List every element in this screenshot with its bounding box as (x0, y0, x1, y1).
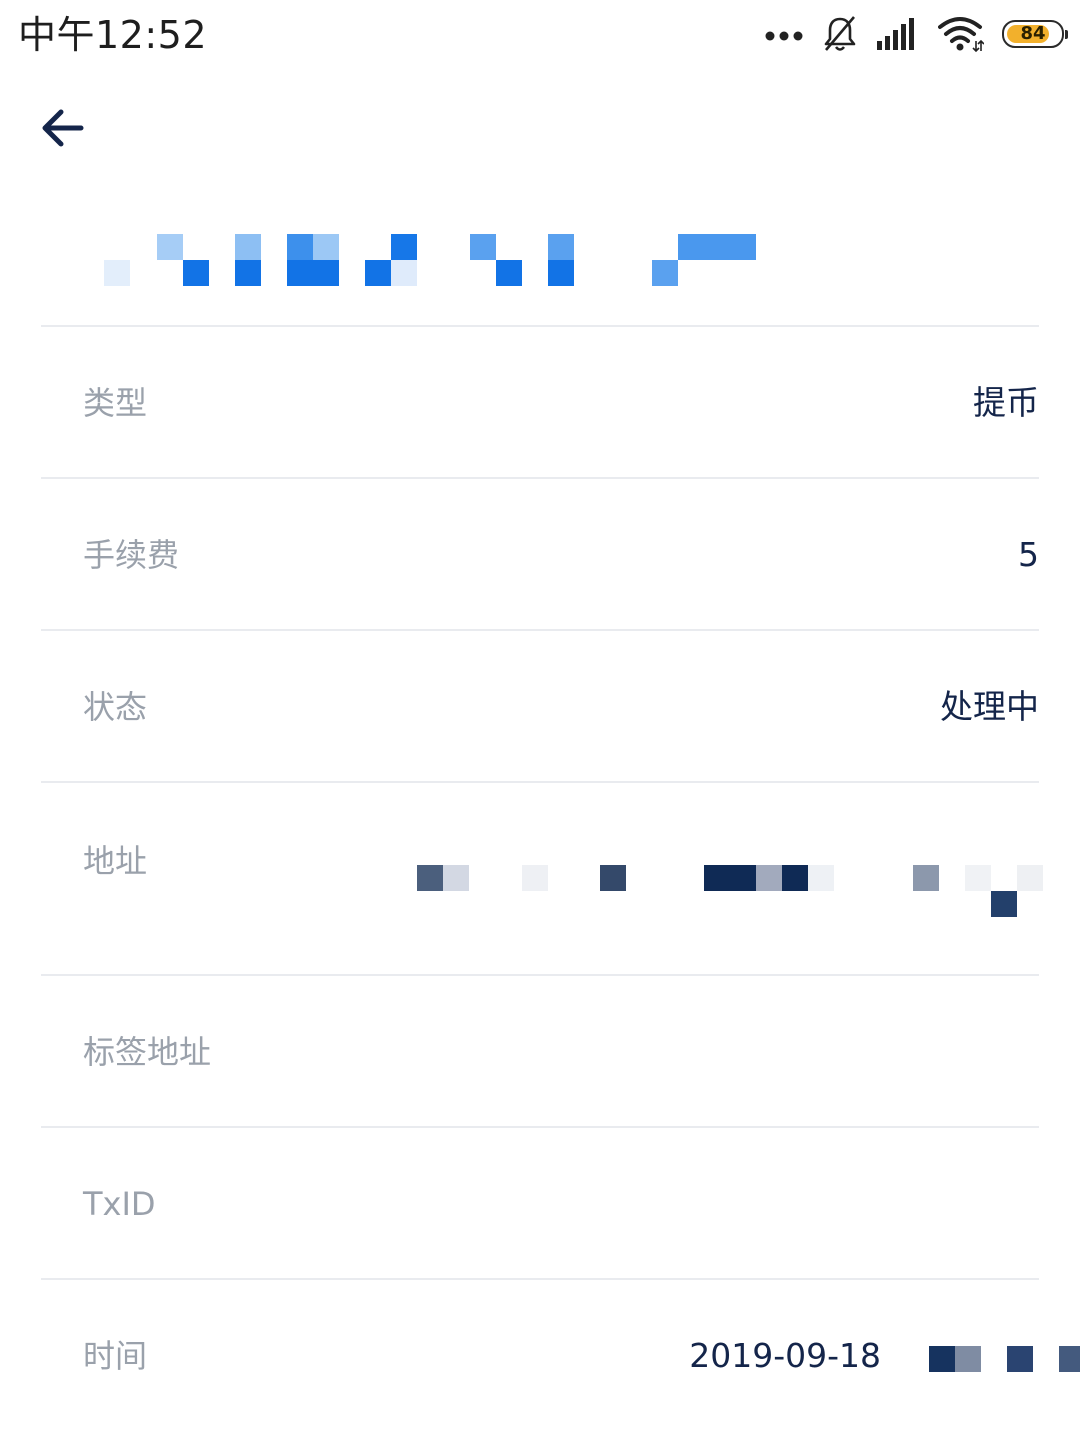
detail-list: 类型 提币 手续费 5 状态 处理中 地址 标签地址 TxID 时间 2019-… (41, 325, 1080, 1430)
mosaic-block (496, 260, 522, 286)
mosaic-block (600, 865, 626, 891)
status-bar: 中午12:52 84 (0, 0, 1080, 72)
mosaic-block (1059, 1346, 1080, 1372)
row-time: 时间 2019-09-18 (41, 1280, 1080, 1430)
battery-level: 84 (1020, 23, 1046, 44)
row-label: 时间 (83, 1337, 148, 1375)
mosaic-block (157, 234, 183, 260)
battery-icon: 84 (1002, 20, 1068, 48)
redacted-title (104, 234, 784, 288)
row-label: 类型 (83, 384, 148, 422)
mosaic-block (470, 234, 496, 260)
row-address[interactable]: 地址 (41, 783, 1043, 974)
row-label: 地址 (83, 842, 148, 880)
row-label: 标签地址 (83, 1033, 212, 1071)
mosaic-block (313, 234, 339, 260)
mosaic-block (808, 865, 834, 891)
row-label: 状态 (83, 688, 148, 726)
redacted-address (417, 865, 1047, 925)
mosaic-block (365, 260, 391, 286)
mosaic-block (104, 260, 130, 286)
redacted-time (887, 1346, 1080, 1386)
mosaic-block (652, 260, 678, 286)
mosaic-block (913, 865, 939, 891)
row-type: 类型 提币 (41, 327, 1039, 477)
mosaic-block (417, 865, 443, 891)
dots-icon (765, 31, 803, 41)
mosaic-block (965, 865, 991, 891)
mosaic-block (756, 865, 782, 891)
bell-muted-icon (824, 16, 856, 51)
row-value: 2019-09-18 (689, 1336, 881, 1375)
row-value: 提币 (973, 383, 1039, 422)
mosaic-block (522, 865, 548, 891)
mosaic-block (443, 865, 469, 891)
mosaic-block (955, 1346, 981, 1372)
row-txid[interactable]: TxID (41, 1128, 1039, 1278)
status-icons: 84 (764, 14, 1068, 54)
row-label: 手续费 (83, 536, 180, 574)
row-tag-address: 标签地址 (41, 976, 1039, 1126)
battery-cap (1065, 30, 1068, 39)
mosaic-block (678, 234, 756, 260)
mosaic-block (235, 234, 261, 260)
mosaic-block (391, 260, 417, 286)
mosaic-block (991, 891, 1017, 917)
row-value: 5 (1018, 535, 1039, 574)
row-value: 处理中 (940, 687, 1039, 726)
mosaic-block (548, 260, 574, 286)
mosaic-block (391, 234, 417, 260)
mosaic-block (287, 234, 313, 260)
wifi-icon (938, 17, 984, 53)
mosaic-block (1007, 1346, 1033, 1372)
mosaic-block (235, 260, 261, 286)
row-status: 状态 处理中 (41, 631, 1039, 781)
mosaic-block (782, 865, 808, 891)
mosaic-block (287, 260, 339, 286)
mosaic-block (1017, 865, 1043, 891)
back-button[interactable] (30, 96, 94, 160)
mosaic-block (183, 260, 209, 286)
mosaic-block (548, 234, 574, 260)
row-fee: 手续费 5 (41, 479, 1039, 629)
signal-icon (877, 18, 914, 50)
status-time: 中午12:52 (18, 13, 208, 57)
arrow-left-icon (42, 109, 84, 147)
mosaic-block (704, 865, 756, 891)
mosaic-block (929, 1346, 955, 1372)
row-label: TxID (83, 1185, 156, 1223)
